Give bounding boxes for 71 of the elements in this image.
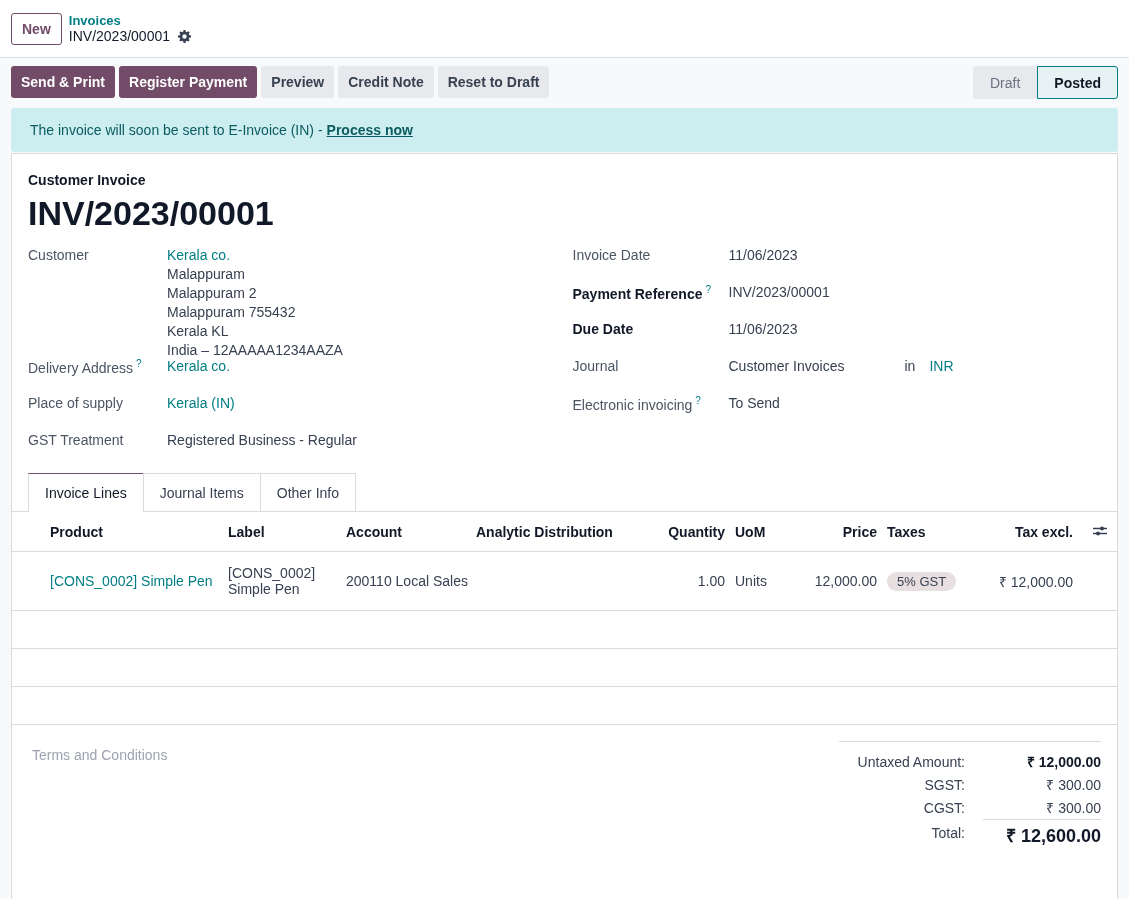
field-label: Invoice Date	[572, 247, 651, 263]
table-cell: 1.00	[697, 573, 725, 589]
invoice-number: INV/2023/00001	[28, 194, 275, 233]
help-icon[interactable]: ?	[695, 395, 701, 406]
column-header[interactable]: Quantity	[668, 523, 725, 540]
total-label: CGST:	[922, 799, 966, 816]
document-type: Customer Invoice	[28, 172, 147, 188]
total-label: Untaxed Amount:	[856, 753, 966, 770]
table-cell-text: [CONS_0002] Simple Pen	[228, 565, 317, 597]
field-value: 11/06/2023	[728, 247, 798, 263]
help-icon[interactable]: ?	[136, 358, 142, 369]
status-stage[interactable]: Draft	[972, 66, 1038, 99]
table-cell: Units	[735, 573, 767, 589]
action-button[interactable]: Preview	[261, 66, 335, 98]
column-header[interactable]: Product	[50, 523, 103, 540]
field-link[interactable]: Kerala co.	[167, 358, 231, 374]
action-button[interactable]: Credit Note	[338, 66, 434, 98]
notebook-tab[interactable]: Other Info	[259, 473, 357, 511]
field-label: GST Treatment	[28, 432, 124, 448]
field-value: Registered Business - Regular	[167, 432, 357, 448]
field-label: Due Date	[572, 321, 634, 337]
address-line: Malappuram 2	[167, 285, 258, 301]
action-button[interactable]: Reset to Draft	[437, 66, 550, 98]
field-label: Customer	[28, 247, 89, 263]
table-cell: 12,000.00	[814, 573, 877, 589]
field-label: Electronic invoicing	[572, 396, 693, 413]
field-label: Payment Reference	[572, 285, 703, 302]
status-stage[interactable]: Posted	[1037, 66, 1118, 99]
breadcrumb-link[interactable]: Invoices	[68, 13, 191, 28]
column-header[interactable]: Price	[842, 523, 877, 540]
address-line: Malappuram	[167, 266, 246, 282]
field-label: Place of supply	[28, 395, 123, 411]
new-button[interactable]: New	[11, 12, 62, 45]
settings-icon[interactable]	[178, 29, 191, 43]
field-value: in	[904, 358, 916, 374]
column-header[interactable]: Tax excl.	[1014, 523, 1073, 540]
help-icon[interactable]: ?	[705, 284, 711, 295]
total-label: Total:	[930, 825, 966, 841]
column-options-icon[interactable]	[1093, 524, 1107, 537]
field-label: Delivery Address	[28, 359, 134, 376]
record-name: INV/2023/00001	[68, 28, 170, 44]
total-label: SGST:	[923, 776, 966, 793]
address-line: Kerala KL	[167, 323, 230, 339]
alert-message: The invoice will soon be sent to E-Invoice (IN) -	[30, 122, 323, 138]
field-value: Customer Invoices	[728, 358, 846, 374]
address-line: India – 12AAAAA1234AAZA	[167, 342, 344, 358]
table-cell: 200110 Local Sales	[346, 573, 468, 589]
field-value: INV/2023/00001	[728, 284, 830, 300]
column-header[interactable]: Label	[228, 523, 265, 540]
product-link[interactable]: [CONS_0002] Simple Pen	[50, 573, 213, 589]
total-value: ₹ 12,600.00	[983, 819, 1101, 847]
notebook-tab[interactable]: Invoice Lines	[28, 473, 144, 512]
address-line: Malappuram 755432	[167, 304, 297, 320]
column-header[interactable]: UoM	[735, 523, 766, 540]
column-header[interactable]: Account	[346, 523, 402, 540]
column-header[interactable]: Analytic Distribution	[476, 523, 613, 540]
action-button[interactable]: Register Payment	[119, 66, 258, 98]
field-label: Journal	[572, 358, 619, 374]
total-value: ₹ 300.00	[1045, 776, 1101, 794]
column-header[interactable]: Taxes	[887, 523, 926, 540]
currency-link[interactable]: INR	[929, 358, 954, 374]
total-value: ₹ 12,000.00	[1025, 753, 1101, 771]
table-cell: ₹ 12,000.00	[998, 573, 1073, 590]
action-button[interactable]: Send & Print	[11, 66, 115, 98]
field-value: To Send	[728, 395, 780, 411]
customer-link[interactable]: Kerala co.	[167, 247, 231, 263]
total-value: ₹ 300.00	[1045, 799, 1101, 817]
tax-tag: 5% GST	[887, 572, 957, 591]
field-link[interactable]: Kerala (IN)	[167, 395, 235, 411]
field-value: 11/06/2023	[728, 321, 798, 337]
process-now-link[interactable]: Process now	[326, 122, 413, 138]
